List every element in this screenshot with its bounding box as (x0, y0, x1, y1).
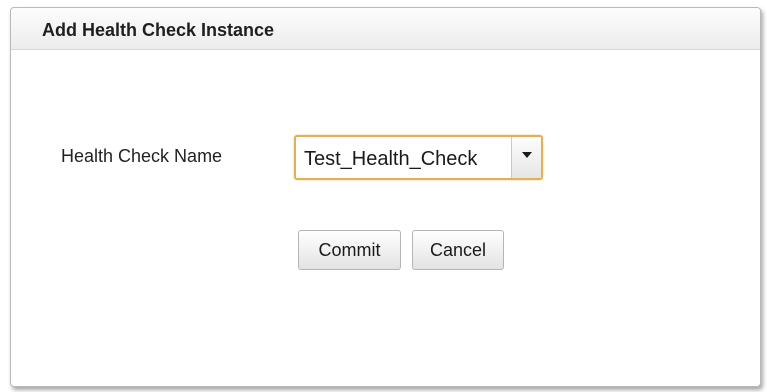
health-check-name-select[interactable]: Test_Health_Check (294, 135, 543, 180)
commit-button[interactable]: Commit (298, 230, 401, 270)
dialog-title: Add Health Check Instance (11, 8, 760, 50)
chevron-down-icon (522, 152, 532, 158)
cancel-button[interactable]: Cancel (412, 230, 504, 270)
health-check-name-value: Test_Health_Check (304, 148, 478, 170)
add-health-check-dialog: Add Health Check Instance Health Check N… (10, 7, 761, 387)
dropdown-toggle[interactable] (511, 137, 541, 178)
health-check-name-label: Health Check Name (61, 146, 223, 166)
